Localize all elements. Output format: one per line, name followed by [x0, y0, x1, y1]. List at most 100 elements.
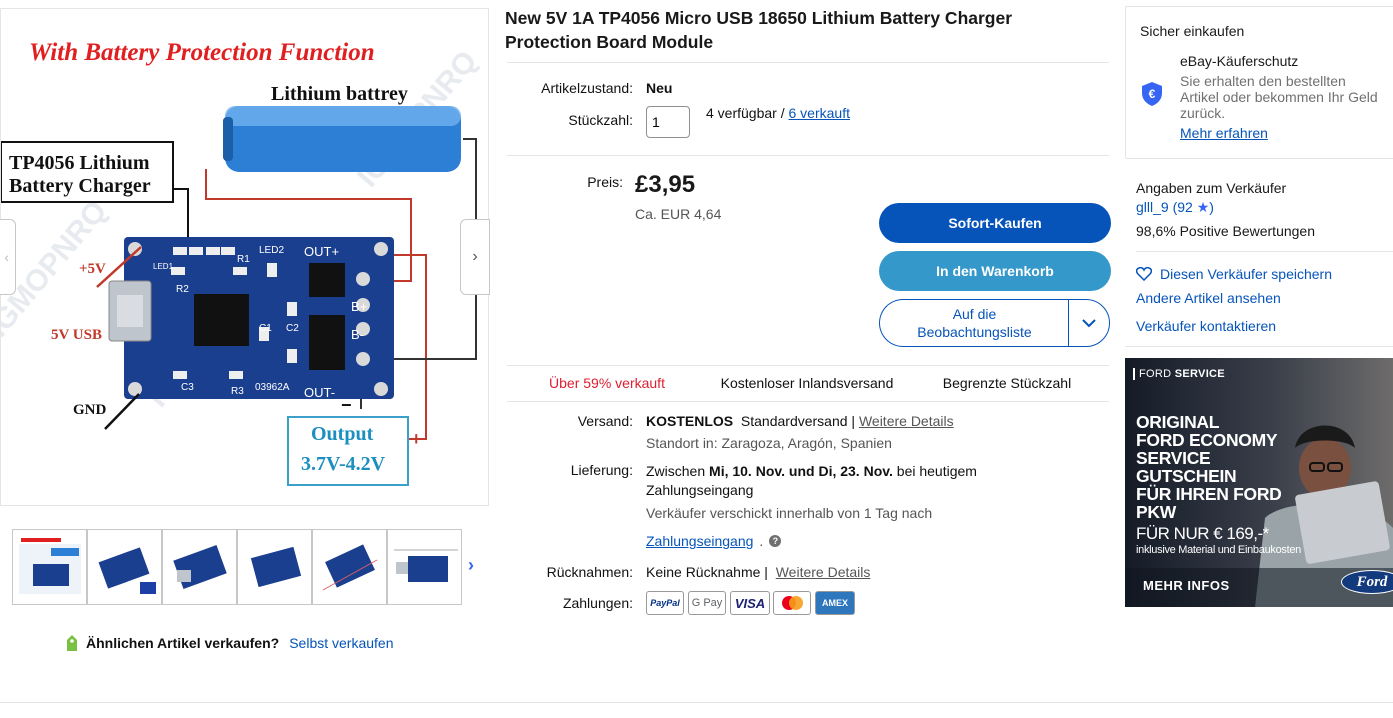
- svg-text:C2: C2: [286, 323, 299, 334]
- gallery-prev-button[interactable]: ‹: [0, 219, 16, 295]
- thumbnail-image: [19, 538, 81, 594]
- visa-logo: VISA: [730, 591, 770, 615]
- gallery-next-button[interactable]: ›: [460, 219, 490, 295]
- thumbnail-6[interactable]: [387, 529, 462, 605]
- divider: [1125, 346, 1393, 347]
- ford-service-ad[interactable]: FORD SERVICE ORIGINAL FORD ECONOMY SERVI…: [1125, 358, 1393, 607]
- tag-icon: [67, 635, 77, 651]
- signal-badges: Über 59% verkauft Kostenloser Inlandsver…: [507, 366, 1107, 400]
- watch-line1: Auf die: [952, 306, 997, 322]
- ad-note: inklusive Material und Einbaukosten: [1136, 544, 1301, 556]
- payment-receipt-link[interactable]: Zahlungseingang: [646, 533, 753, 549]
- price-value: £3,95: [635, 171, 696, 198]
- save-seller-link[interactable]: Diesen Verkäufer speichern: [1160, 266, 1332, 282]
- svg-text:−: −: [341, 395, 352, 415]
- delivery-date-to: Di, 23. Nov.: [818, 463, 893, 479]
- handling-time: Verkäufer verschickt innerhalb von 1 Tag…: [646, 505, 933, 521]
- save-seller-row[interactable]: Diesen Verkäufer speichern: [1136, 266, 1332, 282]
- feedback-open: (92: [1172, 199, 1193, 215]
- pcb-board: LED2 LED1 OUT+ OUT- B+ B- R2 R3 C1 C2 C3…: [108, 237, 394, 400]
- payment-receipt-row: Zahlungseingang . ?: [646, 533, 782, 549]
- buyer-protection-title: Sicher einkaufen: [1140, 23, 1245, 39]
- thumbnail-4[interactable]: [237, 529, 312, 605]
- seller-name-link[interactable]: glll_9: [1136, 199, 1169, 215]
- usb-label: 5V USB: [51, 327, 102, 343]
- delivery-label: Lieferung:: [570, 462, 633, 478]
- returns-label: Rücknahmen:: [546, 564, 633, 580]
- delivery-estimate: Zwischen Mi, 10. Nov. und Di, 23. Nov. b…: [646, 462, 1026, 500]
- seller-other-items-link[interactable]: Andere Artikel ansehen: [1136, 290, 1281, 306]
- buyer-protection-desc: Sie erhalten den bestellten Artikel oder…: [1180, 73, 1378, 121]
- ad-line: ORIGINAL: [1136, 412, 1220, 432]
- sell-yourself-link[interactable]: Selbst verkaufen: [289, 635, 393, 651]
- svg-text:LED2: LED2: [259, 245, 284, 256]
- add-to-watchlist-button[interactable]: Auf die Beobachtungsliste: [879, 299, 1069, 347]
- available-count: 4 verfügbar /: [706, 105, 785, 121]
- contact-seller-link[interactable]: Verkäufer kontaktieren: [1136, 318, 1276, 334]
- desc-line2: Artikel oder bekommen Ihr Geld: [1180, 89, 1378, 105]
- shipping-label: Versand:: [577, 413, 633, 429]
- thumbnail-2[interactable]: [87, 529, 162, 605]
- thumbnail-strip: [0, 529, 489, 605]
- seller-info-title: Angaben zum Verkäufer: [1136, 180, 1287, 196]
- condition-label: Artikelzustand:: [541, 80, 633, 96]
- divider: [507, 401, 1109, 402]
- amex-logo: AMEX: [815, 591, 855, 615]
- add-to-cart-button[interactable]: In den Warenkorb: [879, 251, 1111, 291]
- ad-brand: FORD SERVICE: [1133, 368, 1225, 380]
- payment-receipt-dot: .: [759, 533, 764, 549]
- ad-line: SERVICE: [1136, 448, 1211, 468]
- thumbnail-5[interactable]: [312, 529, 387, 605]
- ad-brand-prefix: FORD: [1133, 368, 1172, 380]
- returns-details-link[interactable]: Weitere Details: [776, 564, 871, 580]
- thumbnail-1[interactable]: [12, 529, 87, 605]
- svg-text:C3: C3: [181, 382, 194, 393]
- shipping-details-link[interactable]: Weitere Details: [859, 413, 954, 429]
- svg-text:€: €: [1149, 87, 1156, 101]
- thumbnail-image: [394, 549, 458, 582]
- learn-more-link[interactable]: Mehr erfahren: [1180, 125, 1268, 141]
- chevron-left-icon: ‹: [4, 249, 9, 265]
- battery-label: Lithium battrey: [271, 83, 408, 105]
- badge-sold-percent: Über 59% verkauft: [549, 375, 665, 391]
- thumbnail-3[interactable]: [162, 529, 237, 605]
- main-product-image[interactable]: IGMOPNRQ IGMOPNRQ IGMOPNRQ With Battery …: [0, 8, 489, 506]
- delivery-date-from: Mi, 10. Nov.: [709, 463, 786, 479]
- chevron-down-icon: [1082, 318, 1096, 327]
- chevron-right-icon: ›: [468, 555, 474, 575]
- ad-cta-button[interactable]: MEHR INFOS: [1143, 578, 1230, 593]
- sell-question: Ähnlichen Artikel verkaufen?: [86, 635, 280, 651]
- thumbnail-image: [173, 545, 227, 589]
- svg-text:Output: Output: [311, 423, 374, 445]
- buy-now-button[interactable]: Sofort-Kaufen: [879, 203, 1111, 243]
- payments-label: Zahlungen:: [562, 595, 633, 611]
- badge-free-shipping: Kostenloser Inlandsversand: [720, 375, 894, 391]
- quantity-input[interactable]: [646, 106, 690, 138]
- delivery-und: und: [788, 463, 815, 479]
- image-headline: With Battery Protection Function: [29, 39, 375, 66]
- footer-divider: [0, 702, 1393, 703]
- watchlist-dropdown-button[interactable]: [1068, 299, 1110, 347]
- thumb-next-button[interactable]: ›: [468, 555, 474, 576]
- item-location: Standort in: Zaragoza, Aragón, Spanien: [646, 435, 892, 451]
- thumbnail-image: [250, 546, 302, 588]
- star-icon: ★: [1196, 199, 1210, 215]
- sell-similar-row: Ähnlichen Artikel verkaufen? Selbst verk…: [64, 634, 394, 652]
- desc-line1: Sie erhalten den bestellten: [1180, 73, 1346, 89]
- item-title-line2: Protection Board Module: [505, 32, 714, 52]
- seller-feedback-score[interactable]: (92 ★): [1173, 199, 1214, 215]
- feedback-close: ): [1209, 199, 1214, 215]
- paypal-logo: PayPal: [646, 591, 684, 615]
- delivery-text-post: bei heutigem: [896, 463, 977, 479]
- svg-text:+: +: [411, 429, 422, 449]
- ad-line: FORD ECONOMY: [1136, 430, 1278, 450]
- svg-text:R2: R2: [176, 284, 189, 295]
- shipping-free: KOSTENLOS: [646, 413, 734, 429]
- delivery-text: Zwischen: [646, 463, 706, 479]
- returns-policy: Keine Rücknahme |: [646, 564, 768, 580]
- sold-count-link[interactable]: 6 verkauft: [789, 105, 850, 121]
- help-icon[interactable]: ?: [769, 535, 782, 547]
- svg-text:R1: R1: [237, 254, 250, 265]
- thumbnail-image: [322, 544, 378, 591]
- item-title-line1: New 5V 1A TP4056 Micro USB 18650 Lithium…: [505, 8, 1013, 28]
